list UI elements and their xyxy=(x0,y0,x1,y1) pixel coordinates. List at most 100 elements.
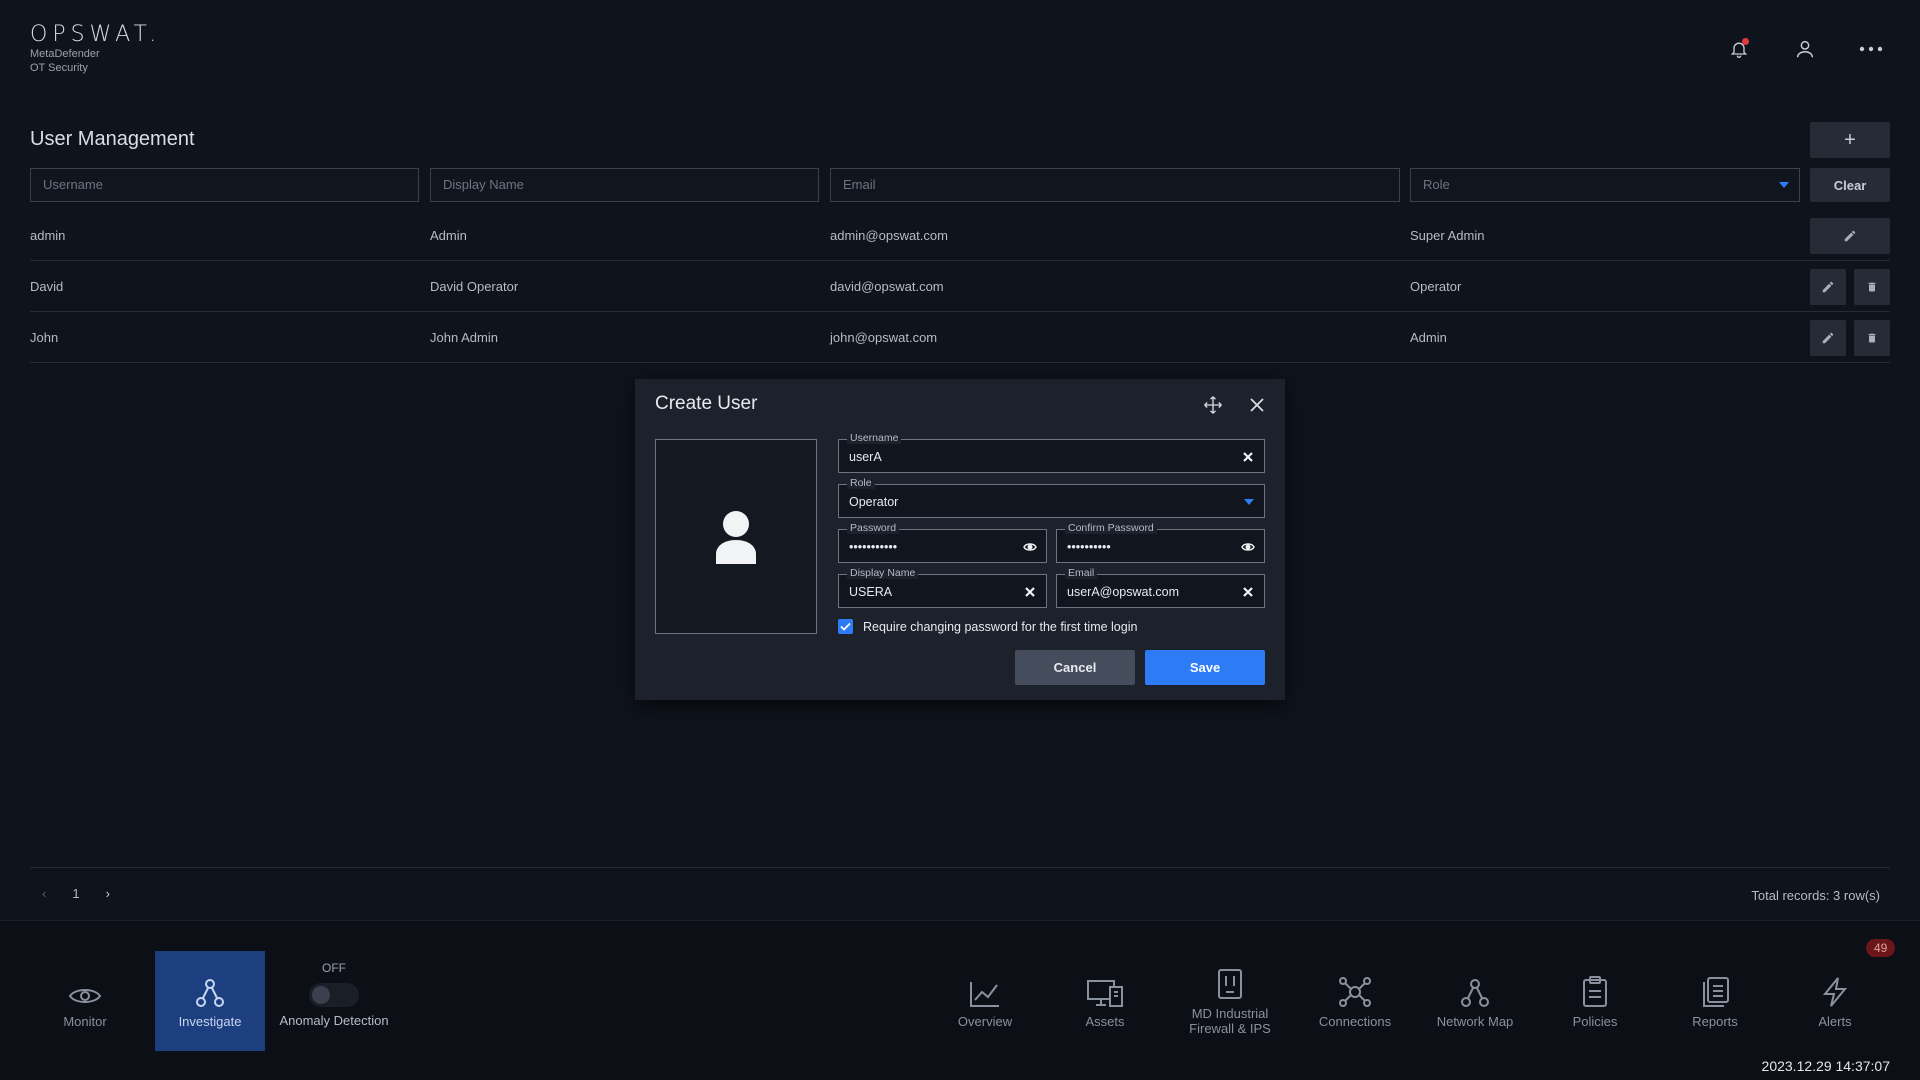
bottom-nav: Monitor Investigate OFF Anomaly Detectio… xyxy=(0,920,1920,1080)
connections-icon xyxy=(1338,974,1372,1008)
pager-divider xyxy=(30,867,1890,868)
role-filter[interactable]: Role xyxy=(1410,168,1800,202)
nav-firewall[interactable]: MD Industrial Firewall & IPS xyxy=(1175,951,1285,1051)
prev-page-button[interactable]: ‹ xyxy=(42,886,46,901)
cell-role: Admin xyxy=(1410,330,1447,345)
role-select[interactable]: Role Operator xyxy=(838,477,1265,518)
add-user-button[interactable]: + xyxy=(1810,122,1890,158)
more-icon[interactable] xyxy=(1858,36,1884,62)
eye-icon xyxy=(68,974,102,1008)
dialog-title: Create User xyxy=(655,393,758,414)
clear-icon[interactable] xyxy=(1240,584,1256,600)
nav-assets[interactable]: Assets xyxy=(1050,951,1160,1051)
nav-label: Overview xyxy=(957,1013,1013,1029)
nav-label: Network Map xyxy=(1436,1013,1514,1029)
eye-icon[interactable] xyxy=(1022,539,1038,555)
reports-icon xyxy=(1700,974,1730,1008)
eye-icon[interactable] xyxy=(1240,539,1256,555)
assets-icon xyxy=(1086,974,1124,1008)
edit-button[interactable] xyxy=(1810,269,1846,305)
checkbox[interactable] xyxy=(838,619,853,634)
nav-connections[interactable]: Connections xyxy=(1300,951,1410,1051)
logo: OPSWAT. MetaDefender OT Security xyxy=(30,22,161,75)
checkbox-label[interactable]: Require changing password for the first … xyxy=(863,620,1137,634)
role-filter-label: Role xyxy=(1423,177,1450,192)
anomaly-toggle[interactable] xyxy=(309,983,359,1007)
table-row: admin Admin admin@opswat.com Super Admin xyxy=(30,210,1890,261)
pagination: ‹ 1 › xyxy=(42,886,110,901)
row-actions xyxy=(1810,269,1890,305)
nav-label: Monitor xyxy=(63,1013,107,1029)
nav-label: Policies xyxy=(1572,1013,1618,1029)
nav-network-map[interactable]: Network Map xyxy=(1420,951,1530,1051)
cell-email: john@opswat.com xyxy=(830,330,938,345)
edit-button[interactable] xyxy=(1810,218,1890,254)
nav-overview[interactable]: Overview xyxy=(930,951,1040,1051)
toggle-knob xyxy=(312,986,330,1004)
require-password-change: Require changing password for the first … xyxy=(838,619,1137,634)
cell-email: admin@opswat.com xyxy=(830,228,948,243)
avatar-upload[interactable] xyxy=(655,439,817,634)
move-icon[interactable] xyxy=(1201,393,1225,417)
user-table: admin Admin admin@opswat.com Super Admin… xyxy=(30,210,1890,363)
cell-username: John xyxy=(30,330,59,345)
chevron-down-icon xyxy=(1779,182,1789,188)
nav-investigate[interactable]: Investigate xyxy=(155,951,265,1051)
display-name-field[interactable]: Display Name USERA xyxy=(838,567,1047,608)
field-value: userA xyxy=(849,450,882,464)
next-page-button[interactable]: › xyxy=(106,886,110,901)
field-label: Email xyxy=(1065,567,1098,579)
close-icon[interactable] xyxy=(1245,393,1269,417)
email-filter[interactable]: Email xyxy=(830,168,1400,202)
table-row: David David Operator david@opswat.com Op… xyxy=(30,261,1890,312)
username-field[interactable]: Username userA xyxy=(838,432,1265,473)
save-button[interactable]: Save xyxy=(1145,650,1265,685)
nav-label: Reports xyxy=(1692,1013,1738,1029)
display-name-filter[interactable]: Display Name xyxy=(430,168,819,202)
clear-icon[interactable] xyxy=(1240,449,1256,465)
nav-reports[interactable]: Reports xyxy=(1660,951,1770,1051)
password-field[interactable]: Password ••••••••••• xyxy=(838,522,1047,563)
cell-email: david@opswat.com xyxy=(830,279,944,294)
user-icon[interactable] xyxy=(1792,36,1818,62)
create-user-dialog: Create User Username userA Role Operator… xyxy=(635,379,1285,700)
nav-monitor[interactable]: Monitor xyxy=(30,951,140,1051)
nav-label-line-1: MD Industrial xyxy=(1191,1006,1269,1021)
logo-line-1: MetaDefender xyxy=(30,48,100,60)
nav-label-line-2: Firewall & IPS xyxy=(1189,1021,1271,1036)
cell-display-name: Admin xyxy=(430,228,467,243)
nav-label: Assets xyxy=(1085,1013,1125,1029)
cancel-button[interactable]: Cancel xyxy=(1015,650,1135,685)
anomaly-label: Anomaly Detection xyxy=(279,1013,389,1028)
table-row: John John Admin john@opswat.com Admin xyxy=(30,312,1890,363)
nav-policies[interactable]: Policies xyxy=(1540,951,1650,1051)
field-value: ••••••••••• xyxy=(849,540,898,554)
edit-button[interactable] xyxy=(1810,320,1846,356)
cell-username: admin xyxy=(30,228,66,243)
bell-icon[interactable] xyxy=(1726,36,1752,62)
field-label: Confirm Password xyxy=(1065,522,1157,534)
delete-button[interactable] xyxy=(1854,269,1890,305)
row-actions xyxy=(1810,218,1890,254)
email-field[interactable]: Email userA@opswat.com xyxy=(1056,567,1265,608)
page-title: User Management xyxy=(30,128,195,150)
nav-alerts[interactable]: Alerts xyxy=(1780,951,1890,1051)
username-filter[interactable]: Username xyxy=(30,168,419,202)
clock: 2023.12.29 14:37:07 xyxy=(1761,1058,1890,1074)
field-label: Password xyxy=(847,522,900,534)
logo-line-2: OT Security xyxy=(30,62,88,74)
cell-role: Super Admin xyxy=(1410,228,1485,243)
confirm-password-field[interactable]: Confirm Password •••••••••• xyxy=(1056,522,1265,563)
field-value: userA@opswat.com xyxy=(1067,585,1180,599)
cell-display-name: David Operator xyxy=(430,279,519,294)
clear-button[interactable]: Clear xyxy=(1810,168,1890,202)
delete-button[interactable] xyxy=(1854,320,1890,356)
cell-display-name: John Admin xyxy=(430,330,498,345)
logo-brand: OPSWAT. xyxy=(30,22,162,47)
page-number[interactable]: 1 xyxy=(72,886,79,901)
top-bar: OPSWAT. MetaDefender OT Security xyxy=(0,0,1920,100)
field-value: •••••••••• xyxy=(1067,540,1111,554)
firewall-icon xyxy=(1217,966,1243,1000)
field-value: Operator xyxy=(849,495,899,509)
clear-icon[interactable] xyxy=(1022,584,1038,600)
